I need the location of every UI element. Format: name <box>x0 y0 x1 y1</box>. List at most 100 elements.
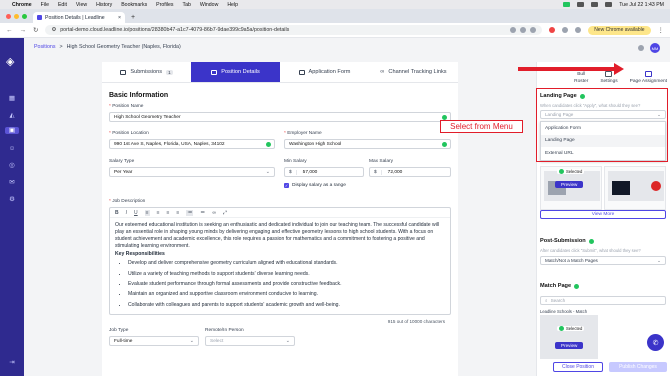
zoom-icon[interactable] <box>520 27 527 33</box>
max-salary-input[interactable]: $ 72,000 <box>369 167 451 177</box>
browser-tab[interactable]: Position Details | Leadline × <box>33 12 125 23</box>
address-bar[interactable]: ⚙ portal-demo.cloud.leadline.io/position… <box>45 25 543 35</box>
tab-channel-tracking-links[interactable]: ∞ Channel Tracking Links <box>369 62 458 82</box>
remote-select[interactable]: Select ⌄ <box>205 336 295 346</box>
publish-changes-button[interactable]: Publish Changes <box>609 362 667 372</box>
chevron-down-icon: ⌄ <box>265 169 270 175</box>
post-submission-title: Post-Submission <box>540 238 594 244</box>
menu-app-name[interactable]: Chrome <box>12 2 32 8</box>
tab-application-form-label: Application Form <box>308 69 351 75</box>
sidebar-dashboard-icon[interactable]: ▦ <box>8 95 16 102</box>
site-info-icon[interactable]: ⚙ <box>51 27 56 33</box>
maximize-window-button[interactable] <box>22 14 27 19</box>
link-icon[interactable]: ∞ <box>212 210 216 216</box>
chat-icon[interactable] <box>638 45 644 51</box>
chrome-menu-icon[interactable]: ⋮ <box>658 26 665 34</box>
align-justify-icon[interactable]: ≡ <box>176 210 179 216</box>
landing-thumb-selected[interactable]: Selected Preview <box>540 166 602 210</box>
sidebar-logout-icon[interactable]: ⇥ <box>8 359 16 366</box>
tab-submissions[interactable]: Submissions 1 <box>102 62 191 82</box>
new-tab-button[interactable]: + <box>131 14 135 21</box>
tab-channel-tracking-label: Channel Tracking Links <box>388 69 447 75</box>
reload-icon[interactable]: ↻ <box>33 26 38 34</box>
menu-help[interactable]: Help <box>227 2 238 8</box>
preview-button[interactable]: Preview <box>555 181 584 188</box>
support-chat-button[interactable]: ✆ <box>647 334 664 351</box>
job-type-value: Full-time <box>114 338 133 344</box>
sidebar-candidates-icon[interactable]: ☺ <box>8 145 16 152</box>
leadline-logo-icon[interactable]: ◈ <box>6 55 14 68</box>
match-page-thumb[interactable]: Selected Preview <box>540 315 598 359</box>
post-submission-hint: After candidates click "Submit", what sh… <box>540 248 641 253</box>
numbered-list-icon[interactable]: ≕ <box>200 210 205 216</box>
align-center-icon[interactable]: ≡ <box>157 210 160 216</box>
chevron-down-icon: ⌄ <box>189 338 194 344</box>
menu-profiles[interactable]: Profiles <box>156 2 173 8</box>
tab-submissions-label: Submissions <box>130 69 163 75</box>
control-center-icon[interactable] <box>605 2 613 7</box>
list-item: Utilize a variety of teaching methods to… <box>128 271 445 278</box>
sidebar-campaigns-icon[interactable]: ◭ <box>8 112 16 119</box>
minimize-window-button[interactable] <box>14 14 19 19</box>
chrome-update-button[interactable]: New Chrome available <box>588 25 651 35</box>
display-range-checkbox-row[interactable]: ✓ Display salary as a range <box>284 183 346 188</box>
menubar-clock[interactable]: Tue Jul 22 1:43 PM <box>619 2 664 8</box>
job-type-select[interactable]: Full-time ⌄ <box>109 336 199 346</box>
checkbox-checked-icon[interactable]: ✓ <box>284 183 289 188</box>
job-description-editor[interactable]: B I U ≡ ≡ ≡ ≡ ≔ ≕ ∞ ⤢ Our esteemed educa… <box>109 207 451 315</box>
italic-icon[interactable]: I <box>126 210 127 216</box>
tab-page-assignment[interactable]: Page Assignment <box>630 71 667 84</box>
landing-thumb-alt[interactable] <box>604 166 666 210</box>
view-more-button[interactable]: View More <box>540 210 666 219</box>
extension-record-icon[interactable] <box>549 27 556 33</box>
menu-history[interactable]: History <box>96 2 112 8</box>
sidebar-messages-icon[interactable]: ✉ <box>8 179 16 186</box>
underline-icon[interactable]: U <box>134 210 138 216</box>
align-right-icon[interactable]: ≡ <box>166 210 169 216</box>
bookmark-star-icon[interactable] <box>530 27 537 33</box>
employer-name-input[interactable]: Washington High School <box>284 139 451 149</box>
tab-position-details[interactable]: Position Details <box>191 62 280 82</box>
sidebar-positions-icon[interactable]: ▣ <box>5 127 19 134</box>
position-location-input[interactable]: 990 1st Ave S, Naples, Florida, USA, Nap… <box>109 139 275 149</box>
back-icon[interactable]: ← <box>6 27 13 34</box>
settings-icon <box>605 71 613 77</box>
close-tab-icon[interactable]: × <box>118 15 121 21</box>
tab-page-assignment-label: Page Assignment <box>629 79 667 84</box>
menu-edit[interactable]: Edit <box>58 2 67 8</box>
menu-bookmarks[interactable]: Bookmarks <box>121 2 147 8</box>
position-name-input[interactable]: High School Geometry Teacher <box>109 112 451 122</box>
camera-icon[interactable] <box>563 2 571 7</box>
extensions-icon[interactable] <box>562 27 569 33</box>
min-salary-input[interactable]: $ 57,000 <box>284 167 364 177</box>
tab-application-form[interactable]: Application Form <box>280 62 369 82</box>
align-left-icon[interactable]: ≡ <box>144 209 150 216</box>
forward-icon[interactable]: → <box>20 27 27 34</box>
close-position-button[interactable]: Close Position <box>553 362 603 372</box>
install-icon[interactable] <box>510 27 517 33</box>
bullet-list-icon[interactable]: ≔ <box>186 209 194 216</box>
match-page-search[interactable]: ⌕ Search <box>540 296 666 305</box>
menu-tab[interactable]: Tab <box>182 2 190 8</box>
battery-icon[interactable] <box>577 2 585 7</box>
post-submission-select[interactable]: Match/Not a Match Pages ⌄ <box>540 256 666 265</box>
breadcrumb-current: High School Geometry Teacher (Naples, Fl… <box>66 44 181 50</box>
tab-roster[interactable]: Bull Roster <box>574 72 588 84</box>
position-details-card: Submissions 1 Position Details Applicati… <box>102 62 458 376</box>
wifi-icon[interactable] <box>591 2 599 7</box>
salary-type-select[interactable]: Per Year ⌄ <box>109 167 275 177</box>
preview-button[interactable]: Preview <box>555 342 584 349</box>
profile-icon[interactable] <box>575 27 582 33</box>
menu-view[interactable]: View <box>76 2 87 8</box>
menu-window[interactable]: Window <box>200 2 218 8</box>
expand-icon[interactable]: ⤢ <box>223 210 227 216</box>
editor-content[interactable]: Our esteemed educational institution is … <box>110 218 450 316</box>
sidebar-settings-icon[interactable]: ⚙ <box>8 196 16 203</box>
sidebar-analytics-icon[interactable]: ◎ <box>8 162 16 169</box>
close-window-button[interactable] <box>6 14 11 19</box>
avatar[interactable]: MM <box>650 43 660 53</box>
bold-icon[interactable]: B <box>115 210 119 216</box>
header-actions: MM <box>638 43 660 53</box>
menu-file[interactable]: File <box>41 2 49 8</box>
breadcrumb-positions-link[interactable]: Positions <box>34 44 56 50</box>
